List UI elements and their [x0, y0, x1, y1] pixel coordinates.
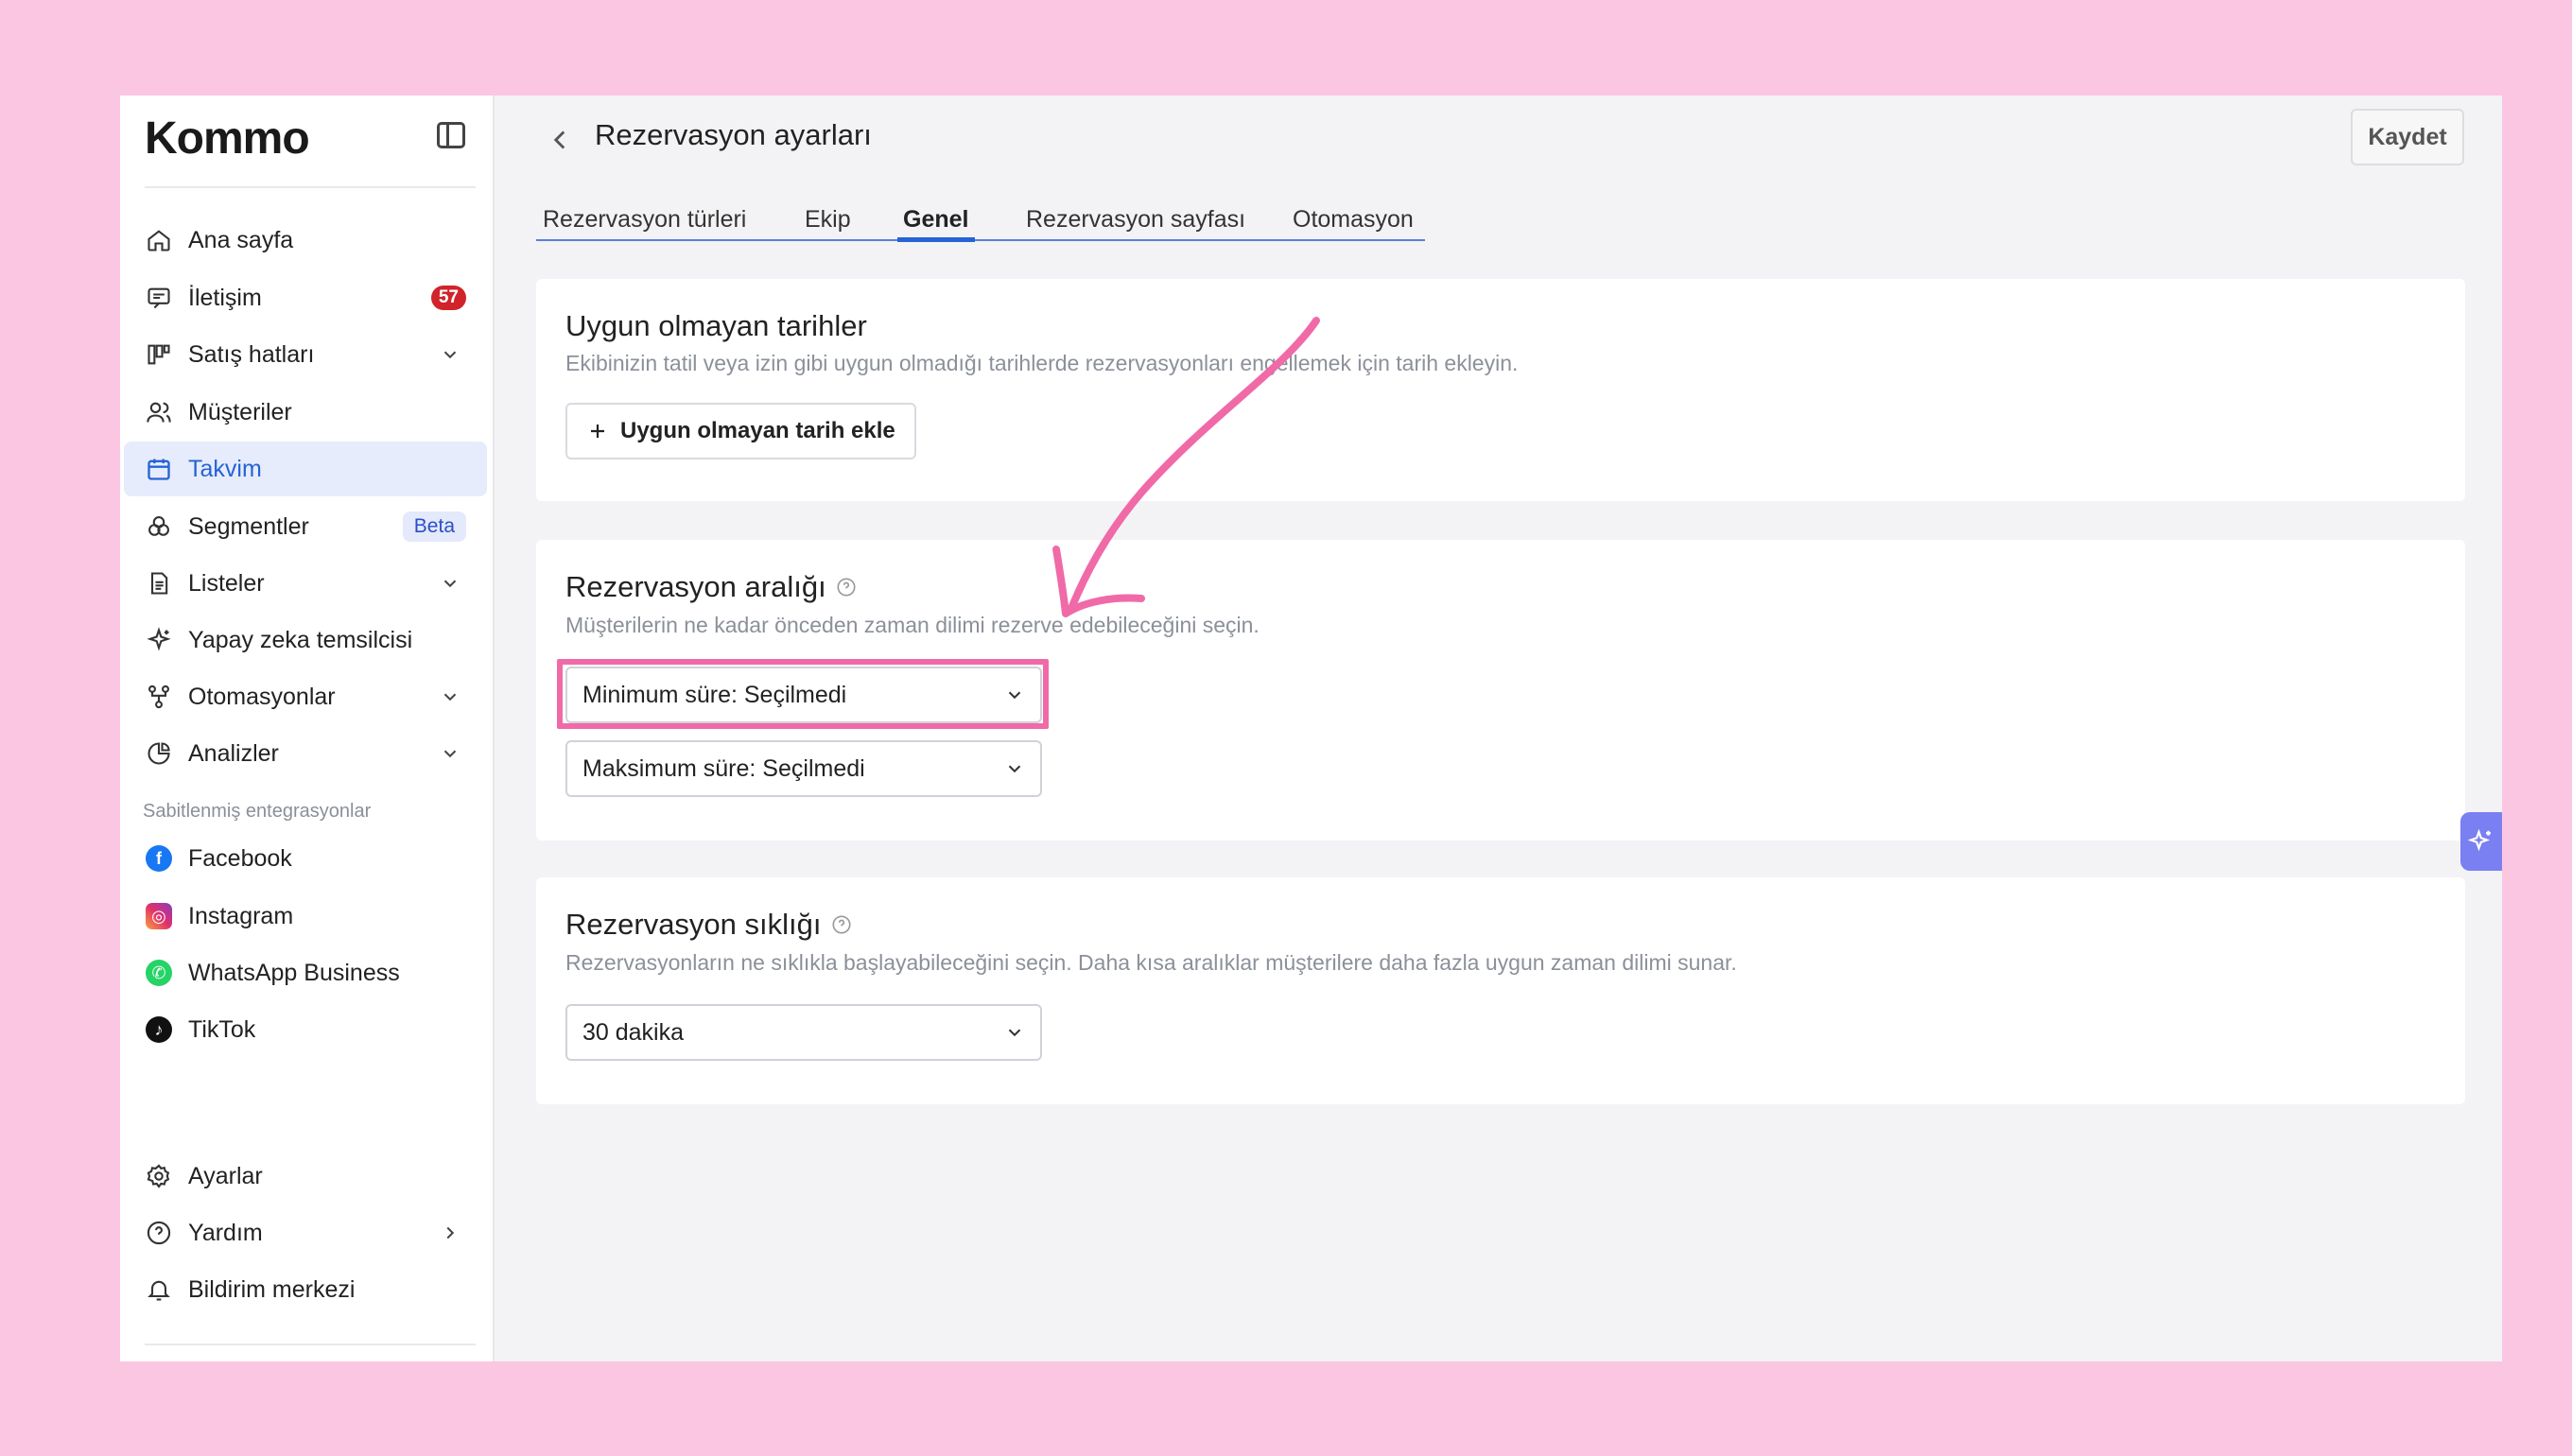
annotation-arrow [1052, 317, 1320, 617]
app-window: Kommo Ana sayfa İletişim 57 Satış hatlar… [120, 95, 2502, 1361]
